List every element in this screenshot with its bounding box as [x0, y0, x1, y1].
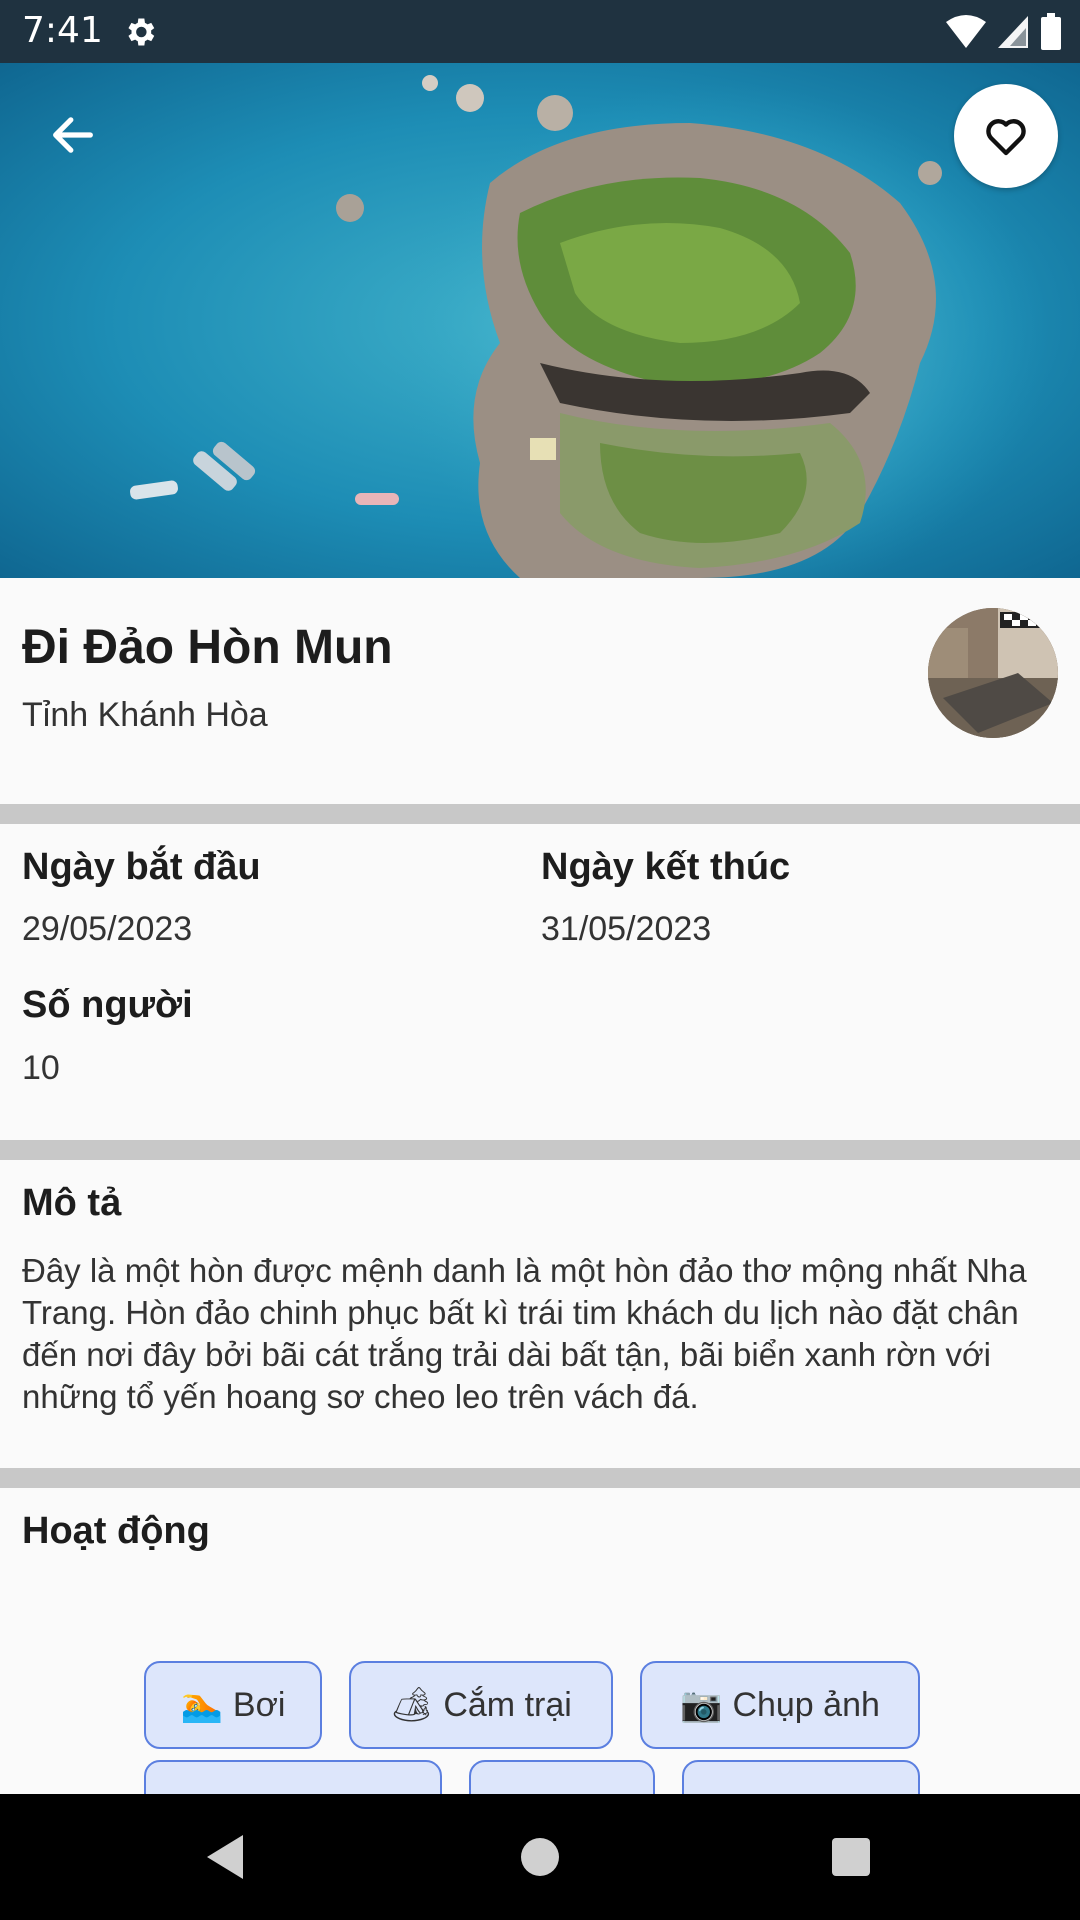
heart-outline-icon — [986, 119, 1026, 156]
battery-icon — [1041, 13, 1061, 50]
arrow-left-icon — [53, 117, 93, 153]
nav-home-button[interactable] — [507, 1824, 573, 1890]
favorite-button[interactable] — [954, 84, 1058, 188]
nav-back-button[interactable] — [192, 1824, 258, 1890]
hero-image — [0, 63, 1080, 578]
activity-chip-label: Cắm trại — [443, 1685, 572, 1724]
people-count-label: Số người — [22, 984, 193, 1026]
tent-icon: 🏕 — [390, 1685, 434, 1725]
end-date-value: 31/05/2023 — [541, 910, 712, 948]
swimmer-icon: 🏊 — [180, 1685, 223, 1725]
home-circle-icon — [521, 1838, 559, 1876]
camera-icon: 📷 — [680, 1685, 723, 1725]
status-bar: 7:41 — [0, 0, 1080, 63]
description-text: Đây là một hòn được mệnh danh là một hòn… — [22, 1252, 1027, 1415]
activity-chip-swim[interactable]: 🏊 Bơi — [144, 1661, 322, 1749]
status-time: 7:41 — [22, 10, 103, 51]
trip-details: Ngày bắt đầu 29/05/2023 Ngày kết thúc 31… — [0, 824, 1080, 1140]
trip-title: Đi Đảo Hòn Mun — [22, 621, 393, 674]
description-section: Mô tả Đây là một hòn được mệnh danh là m… — [0, 1160, 1080, 1468]
end-date-label: Ngày kết thúc — [541, 846, 791, 888]
section-divider — [0, 1140, 1080, 1160]
avatar[interactable] — [928, 608, 1058, 738]
section-divider — [0, 1468, 1080, 1488]
people-count-value: 10 — [22, 1049, 60, 1087]
start-date-value: 29/05/2023 — [22, 910, 193, 948]
section-divider — [0, 804, 1080, 824]
signal-icon — [998, 16, 1028, 48]
trip-location: Tỉnh Khánh Hòa — [22, 696, 268, 734]
activity-chip[interactable] — [469, 1760, 655, 1794]
activity-chip-photo[interactable]: 📷 Chụp ảnh — [640, 1661, 920, 1749]
settings-icon — [128, 18, 155, 46]
status-icons — [946, 12, 1062, 52]
activity-chip-label: Bơi — [232, 1685, 286, 1724]
description-title: Mô tả — [22, 1182, 122, 1224]
wifi-icon — [946, 15, 986, 48]
trip-header: Đi Đảo Hòn Mun Tỉnh Khánh Hòa — [0, 578, 1080, 804]
recents-square-icon — [832, 1838, 870, 1876]
activity-chip-label: Chụp ảnh — [732, 1685, 880, 1724]
activities-title: Hoạt động — [22, 1510, 210, 1552]
start-date-label: Ngày bắt đầu — [22, 846, 261, 888]
activity-chip[interactable] — [682, 1760, 920, 1794]
activity-chip[interactable] — [144, 1760, 442, 1794]
back-triangle-icon — [207, 1835, 243, 1879]
avatar-room-image — [928, 608, 1058, 738]
nav-recents-button[interactable] — [818, 1824, 884, 1890]
back-button[interactable] — [38, 100, 108, 170]
island-aerial-illustration — [0, 63, 1080, 578]
activity-chip-camping[interactable]: 🏕 Cắm trại — [349, 1661, 613, 1749]
system-nav-bar — [0, 1794, 1080, 1920]
activities-section: Hoạt động 🏊 Bơi 🏕 Cắm trại 📷 Chụp ảnh — [0, 1488, 1080, 1794]
